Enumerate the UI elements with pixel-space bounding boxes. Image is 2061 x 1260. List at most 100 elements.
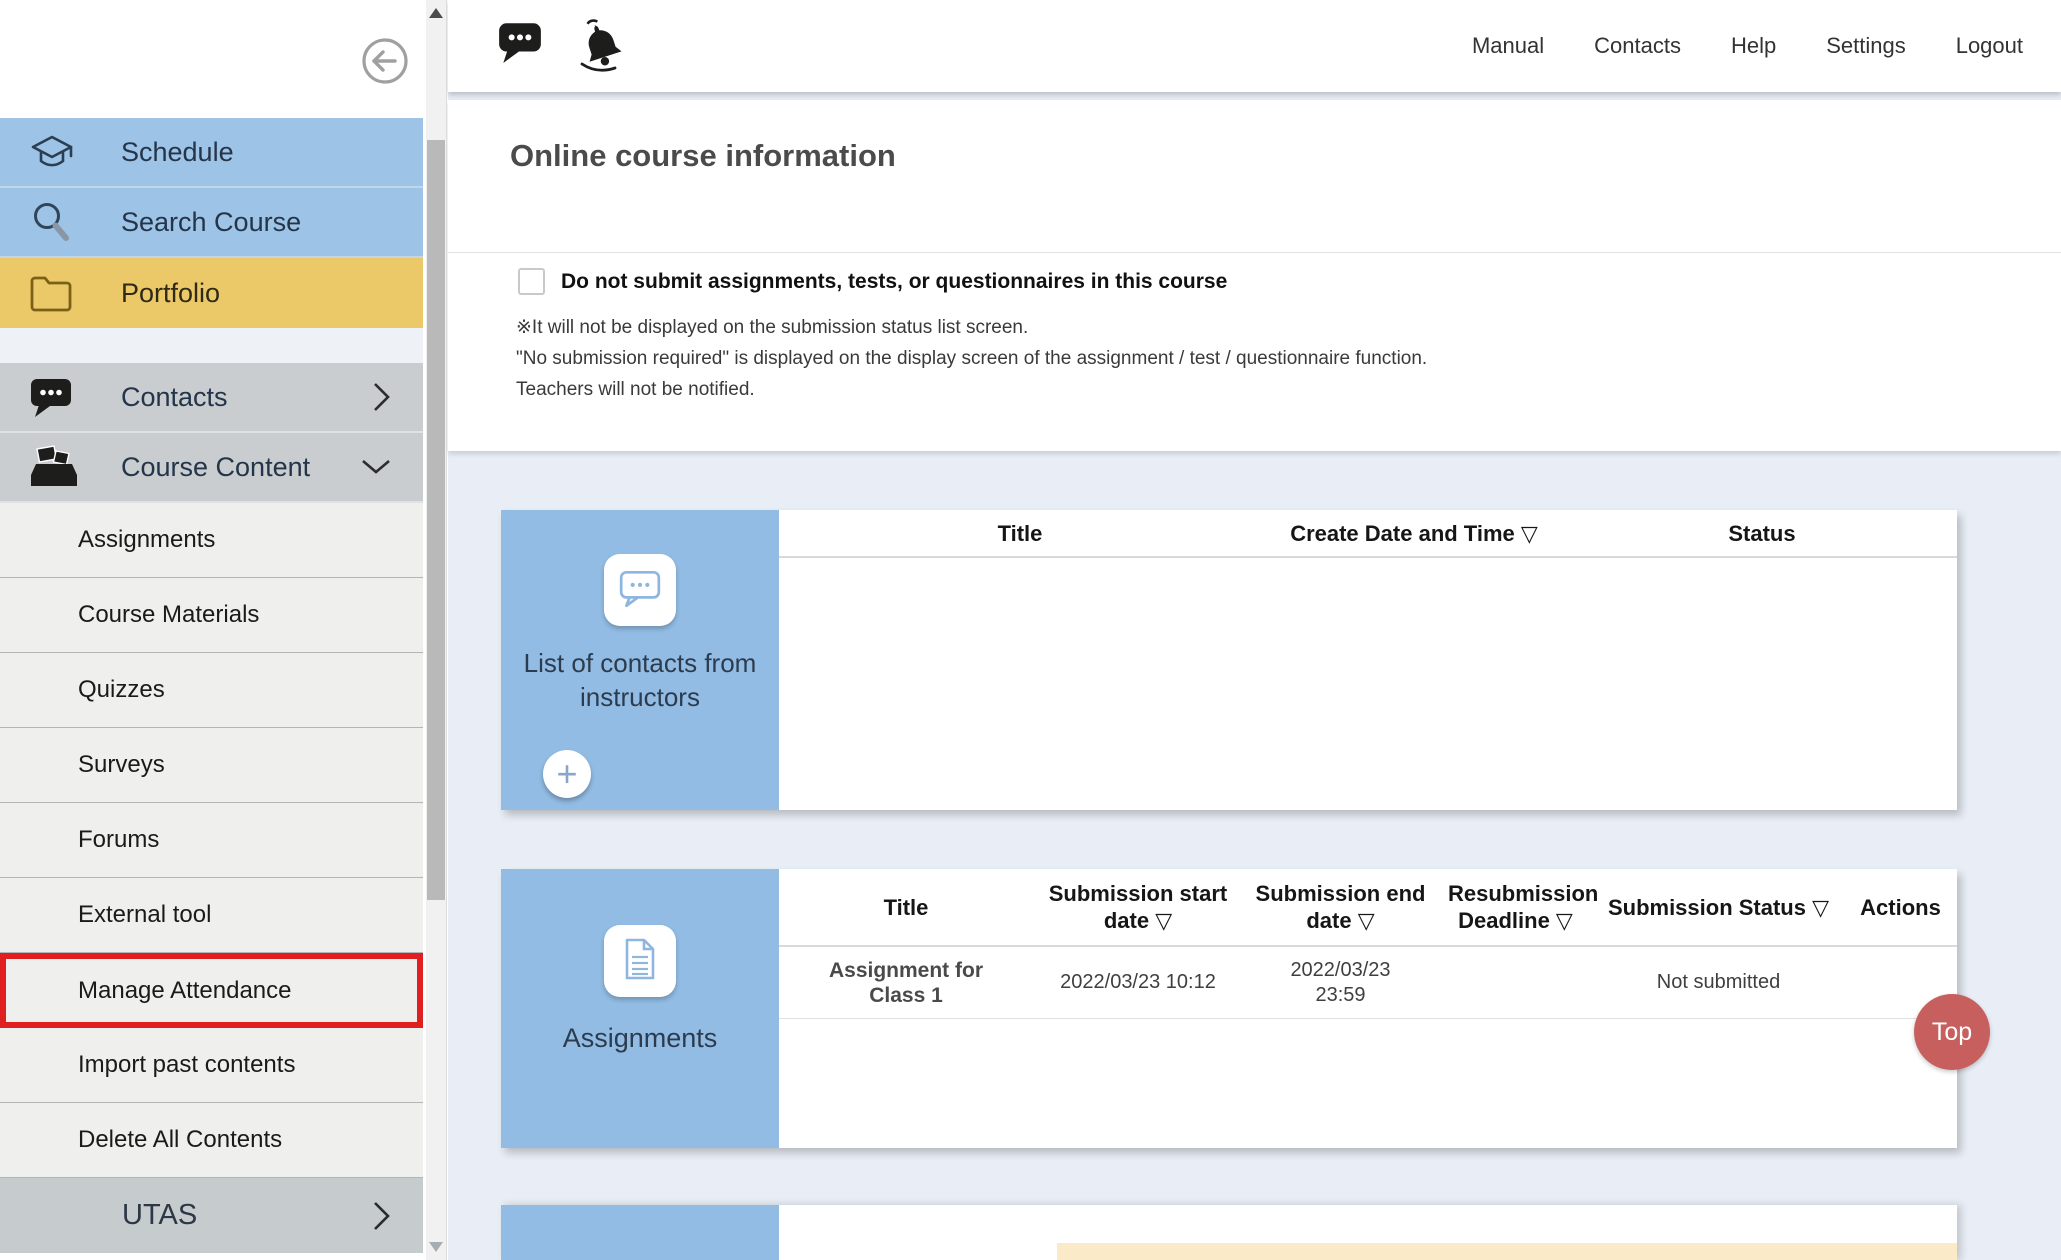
link-contacts[interactable]: Contacts [1594, 33, 1681, 59]
sidebar-item-schedule[interactable]: Schedule [0, 118, 423, 188]
sidebar-collapse-button[interactable] [358, 34, 412, 88]
no-submit-checkbox[interactable] [518, 268, 545, 295]
assignments-table-header: Title Submission start date ▽ Submission… [779, 869, 1957, 947]
sidebar-item-portfolio[interactable]: Portfolio [0, 258, 423, 328]
back-arrow-icon [358, 76, 412, 91]
sidebar-item-label: Manage Attendance [78, 977, 292, 1005]
link-manual[interactable]: Manual [1472, 33, 1544, 59]
sidebar-item-utas[interactable]: UTAS [0, 1178, 423, 1253]
sidebar-item-forums[interactable]: Forums [0, 803, 423, 878]
document-icon [620, 936, 660, 987]
scrollbar-down-arrow-icon[interactable] [429, 1242, 443, 1252]
lms-screen: Schedule Search Course Portfolio [0, 0, 2061, 1260]
folder-icon [28, 273, 74, 313]
sidebar-item-import-past-contents[interactable]: Import past contents [0, 1028, 423, 1103]
highlighted-row-partial [1057, 1243, 1957, 1260]
column-header-resubmission-deadline-sort[interactable]: Resubmission Deadline ▽ [1438, 880, 1593, 934]
sidebar-item-contacts[interactable]: Contacts [0, 363, 423, 433]
sidebar-item-label: Schedule [121, 137, 234, 168]
chat-bubble-icon [28, 376, 74, 418]
sidebar-item-course-materials[interactable]: Course Materials [0, 578, 423, 653]
sidebar: Schedule Search Course Portfolio [0, 0, 423, 1260]
chat-bubble-icon [496, 52, 544, 67]
checkbox-notes: ※It will not be displayed on the submiss… [516, 312, 1427, 405]
sidebar-scrollbar[interactable] [426, 0, 447, 1260]
sidebar-menu: Schedule Search Course Portfolio [0, 118, 423, 1253]
sidebar-item-label: Quizzes [78, 676, 165, 704]
contacts-from-instructors-card: List of contacts from instructors + Titl… [501, 510, 1957, 810]
sidebar-item-label: Forums [78, 826, 159, 854]
sidebar-item-manage-attendance[interactable]: Manage Attendance [0, 953, 423, 1028]
scrollbar-thumb[interactable] [427, 140, 445, 900]
table-row: Assignment for Class 1 2022/03/23 10:12 … [779, 947, 1957, 1019]
next-section-card-partial [501, 1205, 1957, 1260]
sidebar-item-label: Assignments [78, 526, 215, 554]
sidebar-item-course-content[interactable]: Course Content [0, 433, 423, 503]
link-logout[interactable]: Logout [1956, 33, 2023, 59]
sidebar-group-divider [0, 328, 423, 363]
column-header-title: Title [779, 894, 1033, 921]
divider [448, 252, 2061, 253]
column-header-submission-end-sort[interactable]: Submission end date ▽ [1243, 880, 1438, 934]
no-submit-checkbox-row: Do not submit assignments, tests, or que… [518, 268, 1227, 295]
messages-button[interactable] [496, 16, 544, 67]
sidebar-item-label: Delete All Contents [78, 1126, 282, 1154]
assignments-card: Assignments Title Submission start date … [501, 869, 1957, 1148]
search-icon [28, 199, 74, 245]
scrollbar-up-arrow-icon[interactable] [429, 8, 443, 18]
column-header-submission-status-sort[interactable]: Submission Status ▽ [1593, 894, 1844, 921]
notifications-button[interactable] [572, 16, 628, 77]
contacts-card-label: List of contacts from instructors [501, 646, 779, 714]
chevron-right-icon [371, 380, 393, 414]
sidebar-item-label: External tool [78, 901, 211, 929]
contacts-card-side-panel: List of contacts from instructors + [501, 510, 779, 810]
sidebar-item-surveys[interactable]: Surveys [0, 728, 423, 803]
top-bar-icons [496, 16, 628, 77]
chevron-down-icon [359, 457, 393, 477]
sidebar-item-external-tool[interactable]: External tool [0, 878, 423, 953]
sidebar-item-label: UTAS [122, 1199, 197, 1232]
assignment-title-link[interactable]: Assignment for Class 1 [779, 958, 1033, 1008]
next-card-table [779, 1205, 1957, 1260]
main-area: Manual Contacts Help Settings Logout Onl… [448, 0, 2061, 1260]
column-header-status: Status [1567, 520, 1957, 547]
assignments-card-side-panel: Assignments [501, 869, 779, 1148]
contacts-table-header: Title Create Date and Time ▽ Status [779, 510, 1957, 558]
sidebar-item-label: Surveys [78, 751, 165, 779]
next-card-side-panel [501, 1205, 779, 1260]
assignments-card-label: Assignments [501, 1021, 779, 1055]
sidebar-item-label: Contacts [121, 382, 228, 413]
sidebar-item-quizzes[interactable]: Quizzes [0, 653, 423, 728]
graduation-cap-icon [28, 130, 76, 174]
sidebar-item-label: Search Course [121, 207, 301, 238]
sidebar-item-assignments[interactable]: Assignments [0, 503, 423, 578]
link-help[interactable]: Help [1731, 33, 1776, 59]
sidebar-item-search-course[interactable]: Search Course [0, 188, 423, 258]
note-line: Teachers will not be notified. [516, 374, 1427, 405]
top-bar: Manual Contacts Help Settings Logout [448, 0, 2061, 92]
chat-bubble-outline-icon [617, 567, 663, 614]
scroll-to-top-button[interactable]: Top [1914, 994, 1990, 1070]
submission-end-cell: 2022/03/23 23:59 [1243, 958, 1438, 1008]
link-settings[interactable]: Settings [1826, 33, 1906, 59]
column-header-actions: Actions [1844, 894, 1957, 921]
assignments-table: Title Submission start date ▽ Submission… [779, 869, 1957, 1148]
sidebar-item-label: Import past contents [78, 1051, 295, 1079]
column-header-submission-start-sort[interactable]: Submission start date ▽ [1033, 880, 1243, 934]
sidebar-item-label: Course Materials [78, 601, 259, 629]
submission-status-cell: Not submitted [1593, 970, 1844, 995]
note-line: ※It will not be displayed on the submiss… [516, 312, 1427, 343]
page-title: Online course information [510, 138, 896, 174]
online-course-info-panel: Online course information Do not submit … [448, 100, 2061, 451]
top-bar-links: Manual Contacts Help Settings Logout [1472, 0, 2023, 92]
course-content-box-icon [28, 444, 80, 490]
bell-icon [572, 62, 628, 77]
add-contact-button[interactable]: + [543, 750, 591, 798]
chevron-right-icon [371, 1199, 393, 1233]
no-submit-checkbox-label: Do not submit assignments, tests, or que… [561, 270, 1227, 294]
column-header-title: Title [779, 520, 1261, 547]
contacts-table: Title Create Date and Time ▽ Status [779, 510, 1957, 810]
column-header-create-date-sort[interactable]: Create Date and Time ▽ [1261, 520, 1567, 547]
sidebar-item-delete-all-contents[interactable]: Delete All Contents [0, 1103, 423, 1178]
note-line: "No submission required" is displayed on… [516, 343, 1427, 374]
